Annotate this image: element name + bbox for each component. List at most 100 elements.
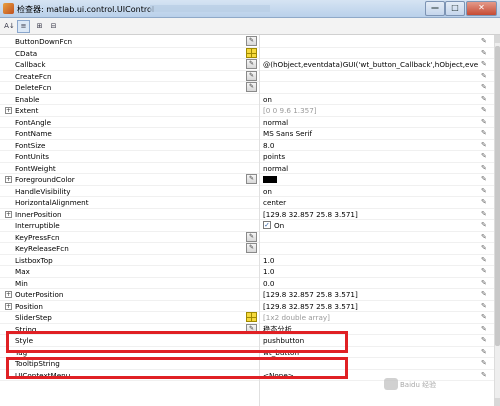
pencil-icon[interactable]: ✎	[481, 348, 487, 356]
property-value[interactable]: [129.8 32.857 25.8 3.571]	[263, 290, 478, 299]
property-name: KeyReleaseFcn	[15, 244, 69, 253]
property-value[interactable]: 0.0	[263, 279, 478, 288]
property-value[interactable]: [129.8 32.857 25.8 3.571]	[263, 302, 478, 311]
scrollbar-thumb[interactable]	[495, 46, 500, 346]
property-name: FontSize	[15, 140, 46, 150]
property-name: Callback	[15, 60, 46, 69]
edit-value-button[interactable]: ✎	[246, 174, 257, 184]
pencil-icon[interactable]: ✎	[481, 256, 487, 264]
interruptible-checkbox[interactable]: ✓	[263, 221, 271, 229]
property-name: HandleVisibility	[15, 186, 71, 196]
pencil-icon[interactable]: ✎	[481, 267, 487, 275]
edit-value-button[interactable]: ✎	[246, 70, 257, 81]
pencil-icon[interactable]: ✎	[481, 72, 487, 80]
pencil-icon[interactable]: ✎	[481, 302, 487, 310]
edit-value-button[interactable]: ✎	[246, 243, 257, 253]
expand-icon[interactable]: +	[5, 107, 12, 114]
pencil-icon[interactable]: ✎	[481, 221, 487, 229]
array-editor-icon[interactable]	[246, 312, 257, 322]
inspector-toolbar: A↓ ≡ ⊞ ⊟	[0, 18, 500, 35]
edit-value-button[interactable]: ✎	[246, 231, 257, 242]
pencil-icon[interactable]: ✎	[481, 233, 487, 241]
pencil-icon[interactable]: ✎	[481, 106, 487, 114]
maximize-icon: □	[451, 3, 459, 12]
property-name: Enable	[15, 94, 40, 104]
baidu-logo-icon	[384, 378, 398, 390]
property-value[interactable]: center	[263, 198, 478, 207]
scroll-down-button[interactable]	[494, 398, 500, 406]
pencil-icon[interactable]: ✎	[481, 325, 487, 333]
collapse-all-button[interactable]: ⊟	[47, 20, 60, 33]
inspector-app-icon	[3, 3, 14, 14]
property-name: FontAngle	[15, 117, 52, 127]
pencil-icon[interactable]: ✎	[481, 118, 487, 126]
property-name: SliderStep	[15, 313, 52, 322]
pencil-icon[interactable]: ✎	[481, 37, 487, 45]
property-value[interactable]: on	[263, 95, 478, 104]
property-value[interactable]: normal	[263, 118, 478, 127]
title-bar: 检查器: matlab.ui.control.UIControl — □ ✕	[0, 0, 500, 18]
property-value[interactable]: MS Sans Serif	[263, 129, 478, 138]
edit-value-button[interactable]: ✎	[246, 82, 257, 92]
property-value[interactable]: [129.8 32.857 25.8 3.571]	[263, 210, 478, 219]
property-value[interactable]: 1.0	[263, 256, 478, 265]
window-title: 检查器: matlab.ui.control.UIControl	[17, 5, 155, 14]
expand-all-button[interactable]: ⊞	[33, 20, 46, 33]
pencil-icon[interactable]: ✎	[481, 359, 487, 367]
pencil-icon[interactable]: ✎	[481, 279, 487, 287]
pencil-icon[interactable]: ✎	[481, 198, 487, 206]
property-value[interactable]: points	[263, 152, 478, 161]
expand-icon[interactable]: +	[5, 210, 12, 218]
watermark-text: Baidu 经验	[400, 381, 437, 389]
property-name: CreateFcn	[15, 71, 52, 81]
expand-all-icon: ⊞	[36, 22, 43, 30]
tag-highlight-box	[6, 357, 348, 379]
pencil-icon[interactable]: ✎	[481, 152, 487, 160]
pencil-icon[interactable]: ✎	[481, 210, 487, 218]
edit-value-button[interactable]: ✎	[246, 36, 257, 46]
sort-categorized-button[interactable]: A↓	[3, 20, 16, 33]
property-value[interactable]: [1x2 double array]	[263, 313, 478, 322]
property-value[interactable]: 8.0	[263, 141, 478, 150]
pencil-icon[interactable]: ✎	[481, 336, 487, 344]
pencil-icon[interactable]: ✎	[481, 175, 487, 183]
pencil-icon[interactable]: ✎	[481, 371, 487, 379]
array-editor-icon[interactable]	[246, 47, 257, 58]
minimize-icon: —	[431, 3, 439, 12]
expand-icon[interactable]: +	[5, 302, 12, 310]
pencil-icon[interactable]: ✎	[481, 244, 487, 252]
expand-icon[interactable]: +	[5, 176, 12, 183]
sort-alphabetical-icon: ≡	[20, 22, 27, 30]
minimize-button[interactable]: —	[425, 1, 445, 16]
property-value[interactable]: 1.0	[263, 267, 478, 276]
close-button[interactable]: ✕	[466, 1, 497, 16]
property-name: FontWeight	[15, 163, 56, 173]
maximize-button[interactable]: □	[445, 1, 465, 16]
pencil-icon[interactable]: ✎	[481, 290, 487, 298]
collapse-all-icon: ⊟	[50, 22, 57, 30]
sort-categorized-icon: A↓	[4, 22, 15, 30]
sort-alphabetical-button[interactable]: ≡	[17, 20, 30, 33]
property-value[interactable]: [0 0 9.6 1.357]	[263, 106, 478, 115]
scroll-up-button[interactable]	[494, 35, 500, 43]
edit-value-button[interactable]: ✎	[246, 59, 257, 69]
property-value[interactable]: normal	[263, 164, 478, 173]
pencil-icon[interactable]: ✎	[481, 83, 487, 91]
pencil-icon[interactable]: ✎	[481, 49, 487, 57]
pencil-icon[interactable]: ✎	[481, 141, 487, 149]
property-value[interactable]: on	[263, 187, 478, 196]
property-name: ListboxTop	[15, 255, 53, 265]
pencil-icon[interactable]: ✎	[481, 313, 487, 321]
pencil-icon[interactable]: ✎	[481, 164, 487, 172]
property-name: Interruptible	[15, 221, 60, 230]
expand-icon[interactable]: +	[5, 291, 12, 298]
property-name: HorizontalAlignment	[15, 198, 89, 207]
pencil-icon[interactable]: ✎	[481, 60, 487, 68]
pencil-icon[interactable]: ✎	[481, 95, 487, 103]
property-name: Min	[15, 278, 28, 288]
property-value[interactable]: @(hObject,eventdata)GUI('wt_button_Callb…	[263, 60, 478, 69]
pencil-icon[interactable]: ✎	[481, 129, 487, 137]
pencil-icon[interactable]: ✎	[481, 187, 487, 195]
title-blur-region	[150, 5, 270, 12]
color-swatch[interactable]	[263, 176, 277, 183]
